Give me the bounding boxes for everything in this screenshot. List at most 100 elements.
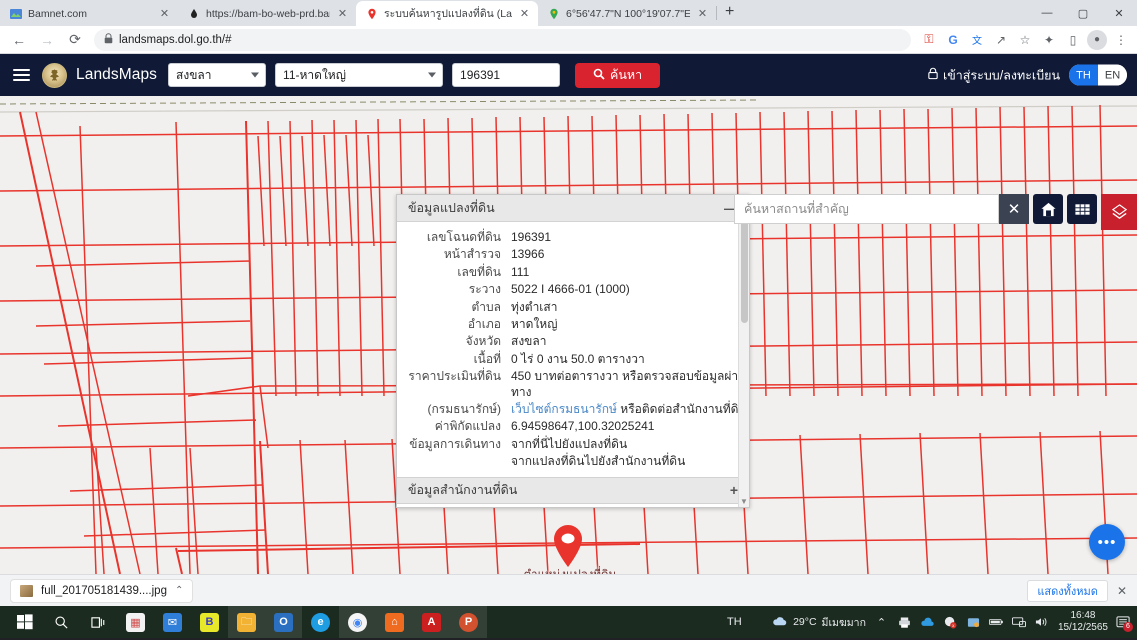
maximize-window-button[interactable]: ▢ <box>1065 0 1101 26</box>
info-value: 111 <box>511 264 530 279</box>
chevron-up-icon[interactable]: ⌃ <box>175 585 183 596</box>
side-panel-icon[interactable]: ▯ <box>1063 30 1083 50</box>
store-icon: ▦ <box>126 612 145 632</box>
browser-tab-2[interactable]: https://bam-bo-web-prd.bam.co ✕ <box>178 1 356 26</box>
treasury-website-link[interactable]: เว็บไซต์กรมธนารักษ์ <box>511 402 617 416</box>
chrome-menu-icon[interactable]: ⋮ <box>1111 30 1131 50</box>
taskbar-app-home[interactable]: ⌂ <box>376 606 413 638</box>
parcel-location-marker[interactable] <box>551 524 585 568</box>
new-tab-button[interactable]: + <box>717 4 742 22</box>
search-button[interactable]: ค้นหา <box>575 62 661 88</box>
info-value: หาดใหญ่ <box>511 317 558 332</box>
minimize-window-button[interactable]: — <box>1029 0 1065 26</box>
windows-start-icon[interactable] <box>6 606 43 638</box>
land-office-section-header[interactable]: ข้อมูลสำนักงานที่ดิน + <box>397 476 749 504</box>
landsmaps-header: LandsMaps สงขลา 11-หาดใหญ่ 196391 ค้นหา … <box>0 54 1137 96</box>
map-pin-icon <box>554 525 582 567</box>
image-icon <box>9 7 22 20</box>
lang-th-button[interactable]: TH <box>1069 64 1098 86</box>
password-manager-icon[interactable]: ⚿ <box>919 30 939 50</box>
info-label: (กรมธนารักษ์) <box>427 402 502 417</box>
login-register-link[interactable]: เข้าสู่ระบบ/ลงทะเบียน <box>928 65 1060 85</box>
parcel-info-section-header[interactable]: ข้อมูลแปลงที่ดิน — <box>397 195 749 222</box>
browser-tab-4[interactable]: 6°56'47.7"N 100°19'07.7"E - Goo ✕ <box>538 1 716 26</box>
header-right-controls: เข้าสู่ระบบ/ลงทะเบียน TH EN <box>928 64 1127 86</box>
lang-en-button[interactable]: EN <box>1098 64 1127 86</box>
scroll-down-arrow-icon[interactable]: ▼ <box>740 496 748 507</box>
screenshot-icon[interactable] <box>966 615 981 630</box>
grid-icon[interactable] <box>1067 194 1097 224</box>
show-all-downloads-button[interactable]: แสดงทั้งหมด <box>1027 579 1108 602</box>
home-icon[interactable] <box>1033 194 1063 224</box>
close-tab-icon[interactable]: ✕ <box>696 7 709 20</box>
info-row-sheet: ระวาง 5022 I 4666-01 (1000) <box>397 281 749 298</box>
layers-icon[interactable] <box>1101 194 1137 230</box>
battery-icon[interactable] <box>988 615 1004 630</box>
expand-icon[interactable]: + <box>730 483 738 497</box>
share-icon[interactable]: ↗ <box>991 30 1011 50</box>
more-options-fab[interactable]: ••• <box>1089 524 1125 560</box>
language-toggle[interactable]: TH EN <box>1069 64 1127 86</box>
reload-button[interactable]: ⟳ <box>62 27 88 53</box>
taskbar-time: 16:48 <box>1070 610 1096 621</box>
place-search-input[interactable]: ค้นหาสถานที่สำคัญ <box>734 194 999 224</box>
translate-icon[interactable]: 文 <box>967 30 987 50</box>
extensions-puzzle-icon[interactable]: ✦ <box>1039 30 1059 50</box>
hamburger-menu-icon[interactable] <box>10 65 33 85</box>
file-explorer-icon: 🗀 <box>237 612 256 632</box>
address-bar[interactable]: landsmaps.dol.go.th/# <box>94 28 911 51</box>
close-window-button[interactable]: ✕ <box>1101 0 1137 26</box>
download-item[interactable]: full_201705181439....jpg ⌃ <box>10 578 194 603</box>
taskbar-clock[interactable]: 16:48 15/12/2565 <box>1058 610 1108 634</box>
appraisal-contact-text: หรือติดต่อสำนักงานที่ดิน <box>620 402 747 417</box>
close-downloads-bar-button[interactable]: ✕ <box>1117 584 1127 598</box>
taskbar-app-powerpoint[interactable]: P <box>450 606 487 638</box>
task-view-icon[interactable] <box>80 606 117 638</box>
taskbar-language-indicator[interactable]: TH <box>727 616 742 628</box>
coordinates-value[interactable]: 6.94598647,100.32025241 <box>510 419 654 434</box>
route-link-to-office[interactable]: จากแปลงที่ดินไปยังสำนักงานที่ดิน <box>510 454 685 469</box>
clear-search-button[interactable]: ✕ <box>999 194 1029 224</box>
window-controls: — ▢ ✕ <box>1029 0 1137 26</box>
bookmark-star-icon[interactable]: ☆ <box>1015 30 1035 50</box>
district-select[interactable]: 11-หาดใหญ่ <box>275 63 444 87</box>
volume-icon[interactable] <box>1035 615 1050 630</box>
taskbar-app-file-explorer[interactable]: 🗀 <box>228 606 265 638</box>
taskbar-app-chrome[interactable]: ◉ <box>339 606 376 638</box>
google-icon[interactable]: G <box>943 30 963 50</box>
taskbar-app-bbs[interactable]: B <box>191 606 228 638</box>
info-label: ตำบล <box>471 299 501 314</box>
profile-avatar-icon[interactable]: ● <box>1087 29 1107 50</box>
taskbar-app-outlook[interactable]: O <box>265 606 302 638</box>
printer-icon[interactable] <box>897 615 912 630</box>
app-brand-title: LandsMaps <box>76 66 158 83</box>
close-tab-icon[interactable]: ✕ <box>336 7 349 20</box>
info-label: ราคาประเมินที่ดิน <box>408 369 501 384</box>
taskbar-app-store[interactable]: ▦ <box>117 606 154 638</box>
weather-widget[interactable]: 29°C มีเมฆมาก <box>771 614 866 631</box>
forward-button[interactable]: → <box>34 27 60 53</box>
parcel-number-input[interactable]: 196391 <box>452 63 561 87</box>
browser-tab-1[interactable]: Bamnet.com ✕ <box>0 1 178 26</box>
weather-description: มีเมฆมาก <box>821 616 866 629</box>
close-tab-icon[interactable]: ✕ <box>158 7 171 20</box>
taskbar-app-edge[interactable]: e <box>302 606 339 638</box>
close-tab-icon[interactable]: ✕ <box>518 7 531 20</box>
land-office-section-title: ข้อมูลสำนักงานที่ดิน <box>408 483 518 498</box>
antivirus-icon[interactable]: x <box>943 615 958 630</box>
chevron-up-icon[interactable]: ⌃ <box>874 615 889 630</box>
browser-tab-3-active[interactable]: ระบบค้นหารูปแปลงที่ดิน (LandsMap ✕ <box>356 1 538 26</box>
panel-scrollbar[interactable]: ▲ ▼ <box>738 195 749 507</box>
browser-tab-2-title: https://bam-bo-web-prd.bam.co <box>206 7 330 20</box>
taskbar-app-mail[interactable]: ✉ <box>154 606 191 638</box>
notification-icon[interactable]: 6 <box>1116 615 1133 632</box>
back-button[interactable]: ← <box>6 27 32 53</box>
chevron-down-icon <box>428 72 437 78</box>
province-select[interactable]: สงขลา <box>168 63 267 87</box>
network-icon[interactable] <box>1012 615 1027 630</box>
taskbar-search-icon[interactable] <box>43 606 80 638</box>
taskbar-app-adobe-reader[interactable]: A <box>413 606 450 638</box>
route-link-to-parcel[interactable]: จากที่นี่ไปยังแปลงที่ดิน <box>510 437 627 452</box>
onedrive-icon[interactable] <box>920 615 935 630</box>
info-label: ค่าพิกัดแปลง <box>434 419 501 434</box>
